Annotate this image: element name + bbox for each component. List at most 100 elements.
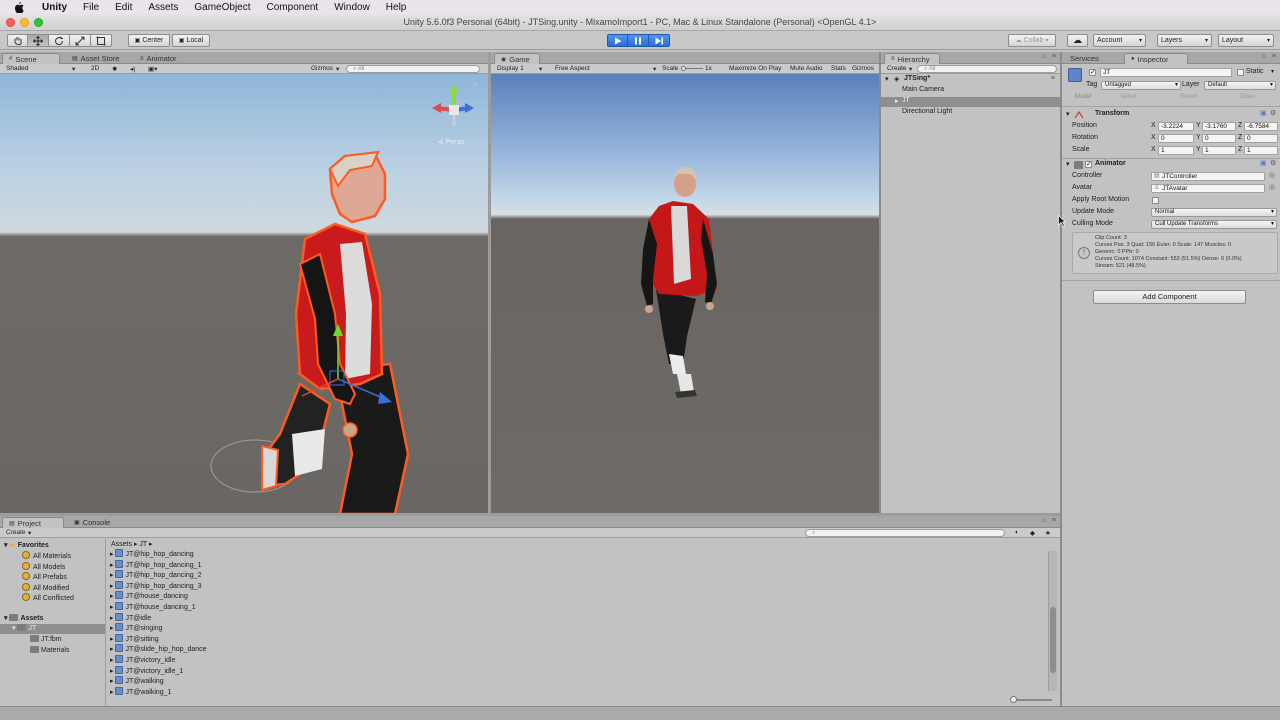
layer-dropdown[interactable]: Default <box>1204 81 1276 90</box>
scene-viewport[interactable]: ≼ Persp ⌂ <box>0 74 488 513</box>
update-mode-dropdown[interactable]: Normal <box>1151 208 1277 217</box>
apply-root-motion-checkbox[interactable] <box>1152 197 1159 204</box>
hierarchy-create-dropdown[interactable]: Create <box>887 65 907 72</box>
lighting-toggle-icon[interactable]: ✹ <box>112 65 117 73</box>
panel-menu-icon[interactable]: ≡ <box>1052 517 1056 524</box>
pause-button[interactable] <box>628 34 649 47</box>
assets-header[interactable]: ▾ Assets <box>4 614 43 624</box>
project-create-dropdown[interactable]: Create <box>6 529 26 536</box>
layout-dropdown[interactable]: Layout ▾ <box>1218 34 1274 47</box>
file-list-item[interactable]: ▸ JT@house_dancing_1 <box>110 602 196 612</box>
model-select-button[interactable]: Select <box>1120 94 1137 100</box>
toggle-2d-button[interactable]: 2D <box>91 65 99 72</box>
file-list-item[interactable]: ▸ JT@walking <box>110 676 164 686</box>
game-viewport[interactable] <box>491 74 879 513</box>
audio-toggle-icon[interactable]: ◂) <box>130 65 135 73</box>
expand-arrow-icon[interactable]: ▾ <box>4 615 8 622</box>
lock-icon[interactable]: ⌂ <box>1042 517 1046 524</box>
stats-toggle[interactable]: Stats <box>831 65 846 72</box>
menu-assets[interactable]: Assets <box>140 2 186 13</box>
rotation-z-field[interactable]: 0 <box>1244 134 1278 143</box>
favorite-star-icon[interactable]: ★ <box>1045 529 1051 537</box>
tab-game[interactable]: ◉ Game <box>494 53 540 64</box>
rotation-x-field[interactable]: 0 <box>1158 134 1194 143</box>
position-y-field[interactable]: -3.1760 <box>1202 122 1236 131</box>
gear-icon[interactable]: ⚙ <box>1270 109 1276 117</box>
active-checkbox[interactable]: ✓ <box>1089 69 1096 76</box>
orientation-gizmo-icon[interactable] <box>424 82 484 142</box>
scale-z-field[interactable]: 1 <box>1244 146 1278 155</box>
persp-label[interactable]: ≼ Persp <box>438 138 464 146</box>
pivot-center-toggle[interactable]: ▣ Center <box>128 34 170 47</box>
file-list-item[interactable]: ▸ JT@idle <box>110 612 151 623</box>
position-z-field[interactable]: -6.7584 <box>1244 122 1278 131</box>
avatar-field[interactable]: ♙ JTAvatar <box>1151 184 1265 193</box>
file-list-item[interactable]: ▸ JT@victory_idle <box>110 655 175 665</box>
file-list-item[interactable]: ▸ JT@house_dancing <box>110 591 188 601</box>
menu-gameobject[interactable]: GameObject <box>186 2 258 13</box>
panel-menu-icon[interactable]: ≡ <box>1272 53 1276 60</box>
project-search-input[interactable]: ⌕ <box>805 529 1005 537</box>
expand-arrow-icon[interactable]: ▾ <box>12 625 16 632</box>
tab-scene[interactable]: # Scene <box>2 53 60 64</box>
scale-tool-icon[interactable] <box>70 34 91 47</box>
tag-dropdown[interactable]: Untagged <box>1101 81 1181 90</box>
help-book-icon[interactable]: ▣ <box>1260 109 1267 117</box>
space-local-toggle[interactable]: ▣ Local <box>172 34 210 47</box>
hand-tool-icon[interactable] <box>7 34 28 47</box>
file-list-item[interactable]: ▸ JT@singing <box>110 623 163 633</box>
account-dropdown[interactable]: Account ▾ <box>1093 34 1146 47</box>
menu-unity[interactable]: Unity <box>34 2 75 13</box>
expand-arrow-icon[interactable]: ▾ <box>1066 160 1070 168</box>
file-list-item[interactable]: ▸ JT@hip_hop_dancing_1 <box>110 559 201 570</box>
step-button[interactable] <box>649 34 670 47</box>
move-tool-icon[interactable] <box>28 34 49 47</box>
static-checkbox[interactable] <box>1237 69 1244 76</box>
culling-mode-dropdown[interactable]: Cull Update Transforms <box>1151 220 1277 229</box>
layers-dropdown[interactable]: Layers ▾ <box>1157 34 1212 47</box>
menu-help[interactable]: Help <box>378 2 415 13</box>
menu-edit[interactable]: Edit <box>107 2 140 13</box>
rotate-tool-icon[interactable] <box>49 34 70 47</box>
lock-icon[interactable]: ⌂ <box>1042 53 1046 60</box>
favorite-all-modified[interactable]: All Modified <box>22 583 69 593</box>
rotation-y-field[interactable]: 0 <box>1202 134 1236 143</box>
lock-icon[interactable]: ⌂ <box>473 81 482 90</box>
expand-arrow-icon[interactable]: ▾ <box>1066 110 1070 118</box>
file-list-item[interactable]: ▸ JT@hip_hop_dancing <box>110 549 194 559</box>
breadcrumb-jt[interactable]: JT <box>139 541 147 548</box>
effects-toggle-icon[interactable]: ▣▾ <box>148 65 157 73</box>
apple-icon[interactable] <box>12 0 26 14</box>
favorite-all-materials[interactable]: All Materials <box>22 551 71 561</box>
play-button[interactable] <box>607 34 628 47</box>
search-by-type-icon[interactable]: ◐ <box>1015 529 1019 536</box>
scrollbar-thumb[interactable] <box>1050 607 1056 673</box>
file-list-scrollbar[interactable] <box>1048 551 1057 691</box>
mute-audio-toggle[interactable]: Mute Audio <box>790 65 823 72</box>
tab-console[interactable]: ▣ Console <box>68 517 116 528</box>
search-by-label-icon[interactable]: ◆ <box>1030 529 1035 537</box>
hierarchy-scene-row[interactable]: ▾ ◈ JTSing* ≡ <box>881 75 1060 85</box>
expand-arrow-icon[interactable]: ▾ <box>4 542 8 549</box>
favorite-all-models[interactable]: All Models <box>22 562 65 572</box>
model-open-button[interactable]: Open <box>1240 94 1255 100</box>
favorites-header[interactable]: ▾ ★ Favorites <box>4 541 49 551</box>
panel-menu-icon[interactable]: ≡ <box>1052 53 1056 60</box>
scene-character-selected[interactable] <box>0 74 488 513</box>
shading-mode-dropdown[interactable]: Shaded <box>6 65 28 72</box>
tab-animator[interactable]: ≡ Animator <box>134 53 183 64</box>
scale-x-field[interactable]: 1 <box>1158 146 1194 155</box>
hierarchy-item-main-camera[interactable]: Main Camera <box>881 86 1060 96</box>
tab-asset-store[interactable]: ▤ Asset Store <box>66 53 125 64</box>
animator-enabled-checkbox[interactable]: ✓ <box>1085 161 1092 168</box>
tree-item-jt[interactable]: ▾ JT <box>0 624 105 634</box>
game-gizmos-toggle[interactable]: Gizmos <box>852 65 874 72</box>
collab-dropdown[interactable]: ☁ Collab ▾ <box>1008 34 1056 47</box>
menu-component[interactable]: Component <box>259 2 327 13</box>
object-name-field[interactable]: JT <box>1100 68 1232 77</box>
add-component-button[interactable]: Add Component <box>1093 290 1246 304</box>
object-picker-icon[interactable]: ◎ <box>1269 183 1275 191</box>
scale-y-field[interactable]: 1 <box>1202 146 1236 155</box>
favorite-all-conflicted[interactable]: All Conflicted <box>22 593 74 603</box>
file-list-item[interactable]: ▸ JT@hip_hop_dancing_2 <box>110 570 201 580</box>
